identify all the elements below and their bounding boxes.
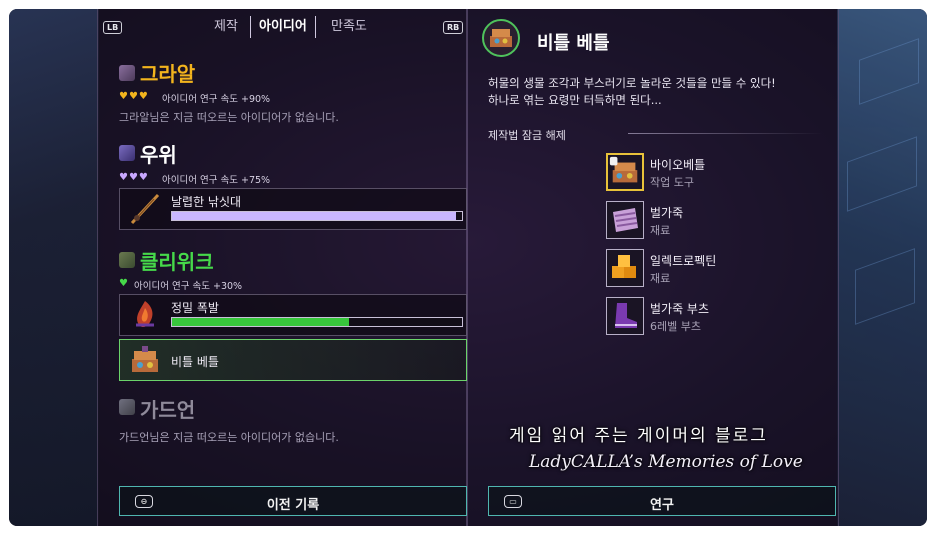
- character-name-graal: 그라알: [140, 62, 196, 86]
- unlock-item-type: 작업 도구: [650, 176, 694, 189]
- background-scenery-left: [9, 9, 99, 526]
- beetle-loom-icon: [482, 19, 520, 57]
- research-speed-stat: 아이디어 연구 속도 +75%: [162, 175, 271, 186]
- tab-crafting[interactable]: 제작: [206, 16, 246, 38]
- character-name-kliwick: 클리위크: [140, 250, 214, 274]
- tab-ideas[interactable]: 아이디어: [250, 16, 316, 38]
- idea-list-panel: LB 제작 아이디어 만족도 RB 그라알 ♥♥♥ 아이디어 연구 속도 +90…: [97, 9, 467, 526]
- heart-icons: ♥♥♥: [119, 91, 149, 102]
- unlock-item-name: 벌가죽: [650, 206, 684, 220]
- pectin-icon: [606, 249, 644, 287]
- game-screen: LB 제작 아이디어 만족도 RB 그라알 ♥♥♥ 아이디어 연구 속도 +90…: [9, 9, 927, 526]
- idea-card-fishing-rod[interactable]: 날렵한 낚싯대: [119, 188, 467, 230]
- heart-icons: ♥: [119, 278, 129, 289]
- unlock-item-bee-leather[interactable]: 벌가죽 재료: [606, 201, 806, 241]
- idea-card-beetle-loom[interactable]: 비틀 베틀: [119, 339, 467, 381]
- unlock-item-electropectin[interactable]: 일렉트로펙틴 재료: [606, 249, 806, 289]
- character-name-uwi: 우위: [140, 143, 177, 167]
- unlock-item-name: 일렉트로펙틴: [650, 254, 717, 268]
- unlock-item-type: 6레벨 부츠: [650, 320, 701, 333]
- research-speed-stat: 아이디어 연구 속도 +30%: [134, 281, 243, 292]
- unlock-item-bee-leather-boots[interactable]: 벌가죽 부츠 6레벨 부츠: [606, 297, 806, 337]
- history-button-label: 이전 기록: [266, 498, 320, 513]
- heart-icons: ♥♥♥: [119, 172, 149, 183]
- unlock-item-name: 벌가죽 부츠: [650, 302, 710, 316]
- lb-button-hint[interactable]: LB: [103, 21, 123, 34]
- background-scenery-right: [837, 9, 927, 526]
- character-name-guardian: 가드언: [140, 398, 196, 422]
- research-button-label: 연구: [650, 498, 674, 513]
- no-idea-message: 그라알님은 지금 떠오르는 아이디어가 없습니다.: [119, 111, 339, 124]
- section-divider: [628, 133, 823, 134]
- rb-button-hint[interactable]: RB: [443, 21, 464, 34]
- idea-description-line2: 하나로 엮는 요령만 터득하면 된다...: [488, 93, 662, 107]
- fishing-rod-icon: [130, 193, 160, 225]
- idea-name: 정밀 폭발: [171, 301, 219, 315]
- idea-card-precision-blast[interactable]: 정밀 폭발: [119, 294, 467, 336]
- idea-description-line1: 허물의 생물 조각과 부스러기로 놀라운 것들을 만들 수 있다!: [488, 76, 776, 90]
- beetle-loom-icon: [132, 346, 158, 372]
- leather-icon: [606, 201, 644, 239]
- idea-name: 비틀 베틀: [171, 355, 219, 369]
- progress-fill: [172, 212, 457, 220]
- unlock-item-bio-loom[interactable]: 바이오베틀 작업 도구: [606, 153, 806, 193]
- unlock-item-type: 재료: [650, 272, 671, 285]
- unlock-item-type: 재료: [650, 224, 671, 237]
- idea-title: 비틀 베틀: [537, 33, 610, 54]
- research-progress-bar: [171, 317, 463, 327]
- explosion-icon: [136, 301, 154, 328]
- research-speed-stat: 아이디어 연구 속도 +90%: [162, 94, 271, 105]
- research-button[interactable]: ▭ 연구: [488, 486, 836, 516]
- idea-name: 날렵한 낚싯대: [171, 195, 242, 209]
- guardian-portrait-icon: [119, 399, 135, 415]
- kliwick-portrait-icon: [119, 252, 135, 268]
- progress-fill: [172, 318, 349, 326]
- research-progress-bar: [171, 211, 463, 221]
- unlock-item-name: 바이오베틀: [650, 158, 706, 172]
- tab-satisfaction[interactable]: 만족도: [323, 16, 375, 38]
- loom-icon: [606, 153, 644, 191]
- uwi-portrait-icon: [119, 145, 135, 161]
- tab-bar: LB 제작 아이디어 만족도 RB: [98, 13, 468, 43]
- blog-watermark-korean: 게임 읽어 주는 게이머의 블로그: [509, 426, 768, 446]
- graal-portrait-icon: [119, 65, 135, 81]
- blog-watermark-english: LadyCALLA’s Memories of Love: [529, 452, 803, 472]
- boots-icon: [606, 297, 644, 335]
- idea-detail-panel: 비틀 베틀 허물의 생물 조각과 부스러기로 놀라운 것들을 만들 수 있다! …: [467, 9, 839, 526]
- history-button[interactable]: ⊖ 이전 기록: [119, 486, 467, 516]
- unlock-section-title: 제작법 잠금 해제: [488, 129, 566, 142]
- no-idea-message: 가드언님은 지금 떠오르는 아이디어가 없습니다.: [119, 431, 339, 444]
